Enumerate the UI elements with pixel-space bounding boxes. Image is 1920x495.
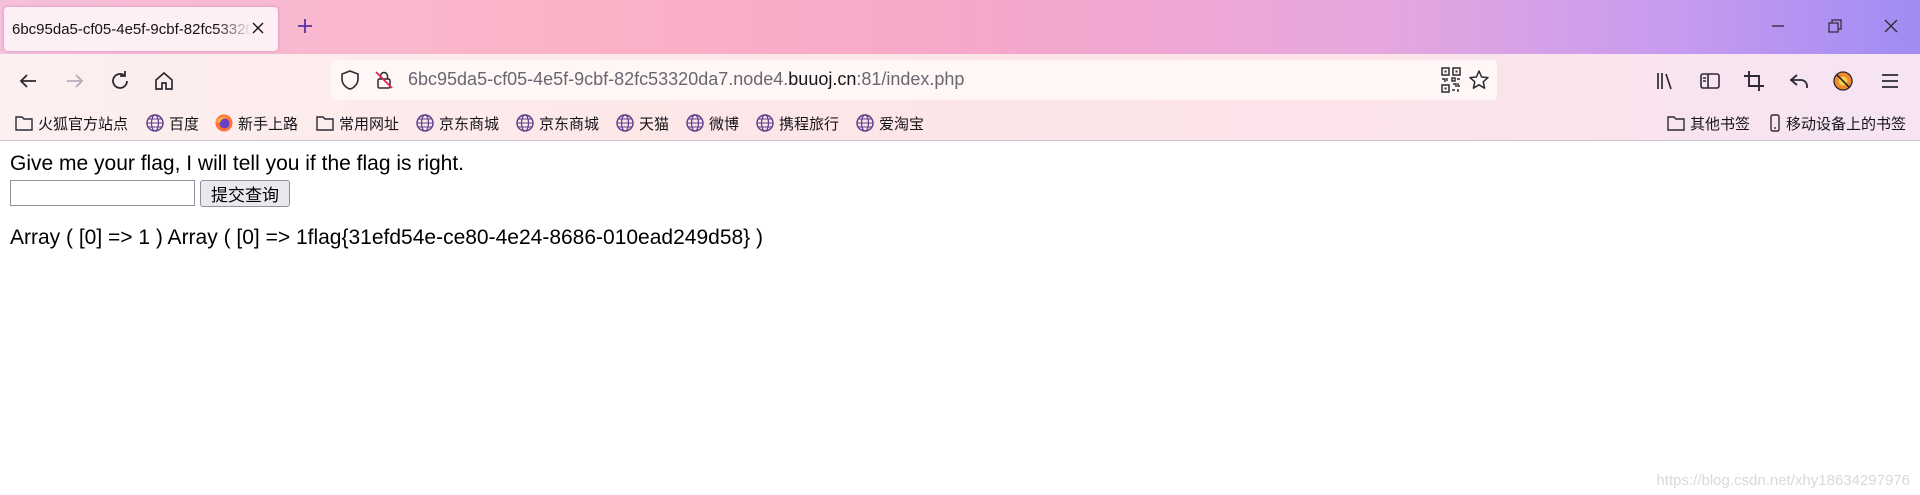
submit-button[interactable]: 提交查询 [200, 180, 290, 207]
bookmark-label: 火狐官方站点 [38, 115, 129, 133]
globe-icon [616, 114, 634, 132]
url-suffix: :81/index.php [856, 69, 965, 89]
globe-icon [686, 114, 704, 132]
home-icon[interactable] [152, 69, 176, 93]
back-icon[interactable] [16, 69, 40, 93]
folder-icon [15, 116, 33, 131]
bookmark-label: 移动设备上的书签 [1786, 115, 1907, 133]
bookmark-item[interactable]: 百度 [145, 110, 199, 136]
flag-input[interactable] [10, 180, 195, 206]
bookmark-label: 携程旅行 [779, 115, 840, 133]
menu-icon[interactable] [1878, 69, 1902, 93]
bookmark-label: 百度 [169, 115, 200, 133]
bookmark-label: 微博 [709, 115, 740, 133]
folder-icon [316, 116, 334, 131]
forward-icon[interactable] [63, 69, 87, 93]
toolbar-divider [0, 140, 1920, 141]
bookmark-item[interactable]: 常用网址 [315, 110, 399, 136]
screenshot-icon[interactable] [1742, 69, 1766, 93]
result-output: Array ( [0] => 1 ) Array ( [0] => 1flag{… [10, 226, 764, 249]
insecure-lock-icon[interactable] [373, 69, 395, 91]
globe-icon [756, 114, 774, 132]
bookmark-item[interactable]: 京东商城 [515, 110, 599, 136]
bookmark-item[interactable]: 天猫 [615, 110, 669, 136]
url-text[interactable]: 6bc95da5-cf05-4e5f-9cbf-82fc53320da7.nod… [408, 69, 964, 90]
reload-icon[interactable] [108, 69, 132, 93]
bookmark-star-icon[interactable] [1468, 69, 1490, 91]
browser-tab[interactable]: 6bc95da5-cf05-4e5f-9cbf-82fc53320da7.nod… [4, 7, 278, 51]
globe-icon [856, 114, 874, 132]
firefox-icon [215, 114, 233, 132]
bookmark-item[interactable]: 携程旅行 [755, 110, 839, 136]
bookmark-mobile[interactable]: 移动设备上的书签 [1768, 110, 1906, 136]
bookmark-label: 爱淘宝 [879, 115, 925, 133]
bookmark-label: 常用网址 [339, 115, 400, 133]
sidebar-icon[interactable] [1698, 69, 1722, 93]
bookmark-label: 京东商城 [539, 115, 600, 133]
url-prefix: 6bc95da5-cf05-4e5f-9cbf-82fc53320da7.nod… [408, 69, 789, 89]
url-bar[interactable]: 6bc95da5-cf05-4e5f-9cbf-82fc53320da7.nod… [331, 60, 1497, 100]
new-tab-icon[interactable] [296, 17, 314, 35]
mobile-icon [1770, 114, 1780, 132]
extension-icon[interactable] [1831, 69, 1855, 93]
minimize-icon[interactable] [1769, 17, 1787, 35]
globe-icon [146, 114, 164, 132]
bookmark-item[interactable]: 京东商城 [415, 110, 499, 136]
bookmark-other[interactable]: 其他书签 [1666, 110, 1750, 136]
watermark: https://blog.csdn.net/xhy18634297976 [1656, 472, 1910, 489]
qr-code-icon[interactable] [1441, 67, 1461, 93]
bookmark-label: 京东商城 [439, 115, 500, 133]
close-tab-icon[interactable] [250, 20, 266, 36]
globe-icon [516, 114, 534, 132]
bookmark-label: 新手上路 [238, 115, 299, 133]
globe-icon [416, 114, 434, 132]
restore-icon[interactable] [1826, 17, 1844, 35]
bookmark-item[interactable]: 火狐官方站点 [14, 110, 128, 136]
bookmark-item[interactable]: 新手上路 [214, 110, 298, 136]
bookmark-item[interactable]: 微博 [685, 110, 739, 136]
library-icon[interactable] [1653, 69, 1677, 93]
folder-icon [1667, 116, 1685, 131]
bookmark-label: 天猫 [639, 115, 670, 133]
bookmark-item[interactable]: 爱淘宝 [855, 110, 924, 136]
bookmark-label: 其他书签 [1690, 115, 1751, 133]
tab-title: 6bc95da5-cf05-4e5f-9cbf-82fc53320da7.nod… [12, 20, 252, 38]
flag-form: 提交查询 [10, 178, 310, 208]
shield-icon[interactable] [339, 69, 361, 91]
url-host: buuoj.cn [788, 69, 857, 89]
page-content: Give me your flag, I will tell you if th… [10, 152, 763, 249]
undo-close-tab-icon[interactable] [1787, 69, 1811, 93]
page-prompt: Give me your flag, I will tell you if th… [10, 152, 465, 175]
close-window-icon[interactable] [1882, 17, 1900, 35]
